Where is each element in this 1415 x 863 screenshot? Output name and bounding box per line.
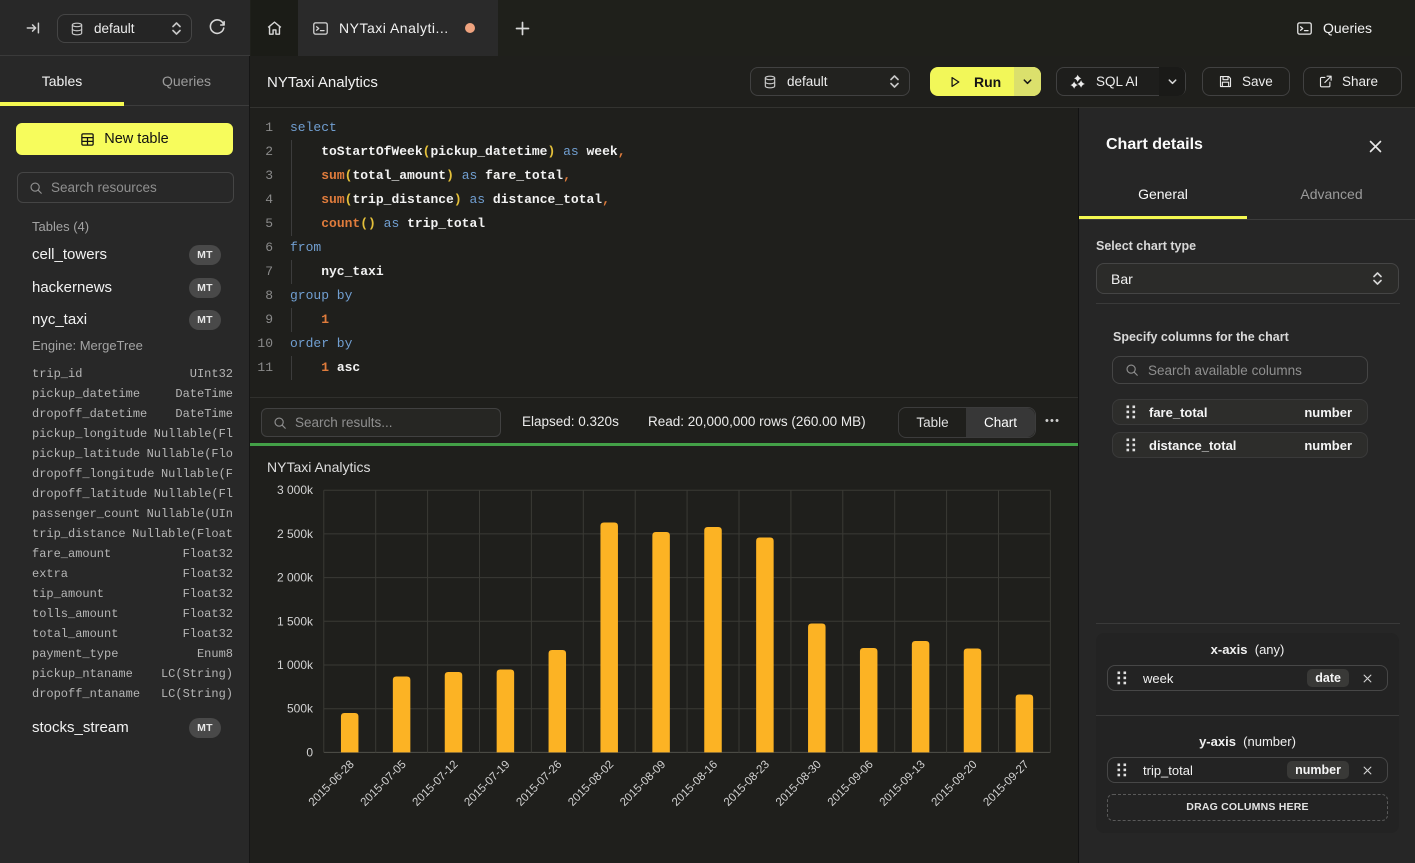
svg-text:2015-09-06: 2015-09-06 xyxy=(826,759,876,809)
svg-text:2015-07-12: 2015-07-12 xyxy=(411,759,461,809)
svg-text:1 000k: 1 000k xyxy=(277,658,314,672)
svg-text:2015-07-19: 2015-07-19 xyxy=(462,759,512,809)
svg-text:500k: 500k xyxy=(287,702,314,716)
svg-text:2015-09-13: 2015-09-13 xyxy=(878,759,928,809)
svg-text:2015-07-05: 2015-07-05 xyxy=(359,759,409,809)
svg-text:2015-09-27: 2015-09-27 xyxy=(981,759,1031,809)
svg-text:2015-08-23: 2015-08-23 xyxy=(722,759,772,809)
svg-text:3 000k: 3 000k xyxy=(277,483,314,497)
svg-text:0: 0 xyxy=(306,745,313,759)
svg-text:2015-06-28: 2015-06-28 xyxy=(307,759,357,809)
svg-text:2015-08-09: 2015-08-09 xyxy=(618,759,668,809)
svg-text:2015-09-20: 2015-09-20 xyxy=(930,759,980,809)
svg-text:1 500k: 1 500k xyxy=(277,614,314,628)
svg-text:2 500k: 2 500k xyxy=(277,527,314,541)
svg-text:2015-08-16: 2015-08-16 xyxy=(670,759,720,809)
svg-text:2 000k: 2 000k xyxy=(277,571,314,585)
svg-text:2015-08-30: 2015-08-30 xyxy=(774,759,824,809)
svg-text:2015-08-02: 2015-08-02 xyxy=(566,759,616,809)
svg-text:2015-07-26: 2015-07-26 xyxy=(514,759,564,809)
